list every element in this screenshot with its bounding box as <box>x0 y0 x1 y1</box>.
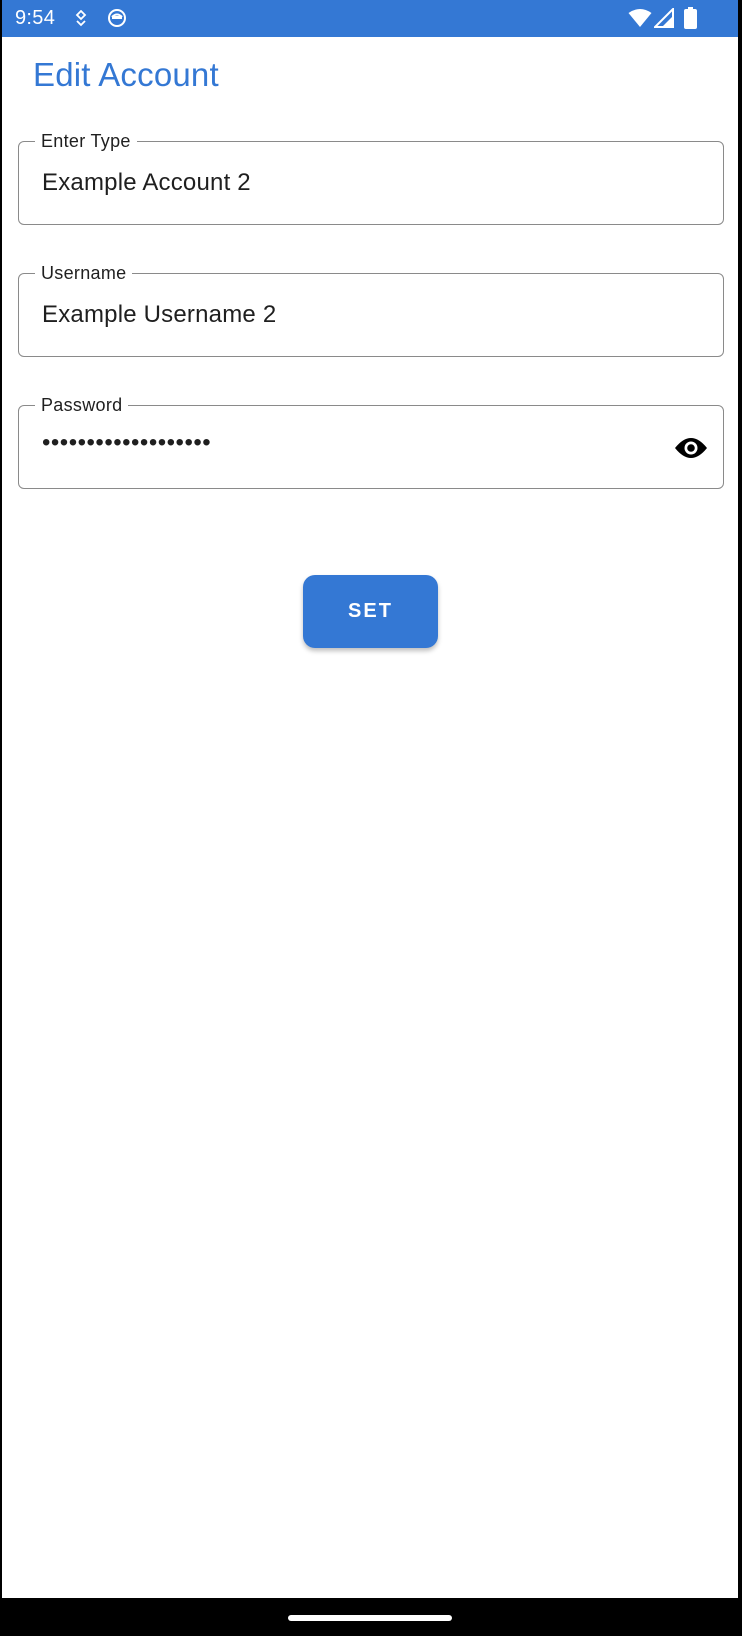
app-notification-icon <box>108 9 126 27</box>
username-field[interactable]: Username Example Username 2 <box>18 262 724 357</box>
navigation-bar <box>0 1598 742 1636</box>
password-field[interactable]: Password ••••••••••••••••••• <box>18 394 724 489</box>
type-field[interactable]: Enter Type Example Account 2 <box>18 130 724 225</box>
username-field-label: Username <box>35 262 133 284</box>
status-time: 9:54 <box>15 7 56 29</box>
status-bar: 9:54 <box>2 0 738 37</box>
app-screen: 9:54 Edit Account Enter Type Example Acc… <box>2 0 738 1636</box>
set-button[interactable]: SET <box>303 575 438 648</box>
home-handle[interactable] <box>288 1615 452 1621</box>
cell-signal-icon <box>654 8 674 28</box>
password-field-label: Password <box>35 394 129 416</box>
wifi-icon <box>628 9 652 27</box>
battery-icon <box>684 7 697 29</box>
location-icon <box>75 10 87 27</box>
password-field-value[interactable]: ••••••••••••••••••• <box>42 428 211 458</box>
toggle-password-visibility-button[interactable] <box>673 430 709 466</box>
page-title: Edit Account <box>33 56 219 93</box>
eye-icon[interactable] <box>674 437 708 459</box>
type-field-label: Enter Type <box>35 130 137 152</box>
username-field-value[interactable]: Example Username 2 <box>42 300 276 330</box>
type-field-value[interactable]: Example Account 2 <box>42 168 251 198</box>
